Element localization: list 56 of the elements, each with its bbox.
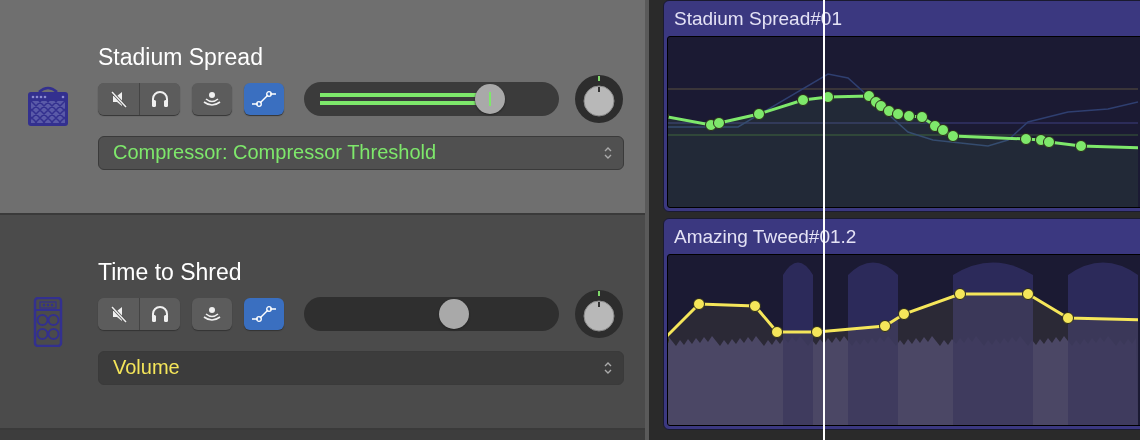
automation-point[interactable] [713, 117, 725, 129]
automation-point[interactable] [892, 108, 904, 120]
speaker-muted-icon [109, 304, 128, 323]
mute-button[interactable] [98, 82, 139, 115]
automation-point[interactable] [883, 105, 895, 117]
automation-point[interactable] [693, 298, 705, 310]
input-monitor-button[interactable] [192, 297, 232, 330]
automation-point[interactable] [811, 326, 823, 338]
headphones-icon [150, 303, 170, 324]
automation-point[interactable] [1020, 133, 1032, 145]
broadcast-icon [203, 90, 221, 107]
automation-curve-icon [251, 89, 277, 108]
automation-point[interactable] [1043, 136, 1055, 148]
up-down-chevron-icon [603, 360, 613, 375]
volume-slider[interactable] [304, 81, 559, 116]
speaker-muted-icon [109, 89, 128, 108]
slider-thumb[interactable] [439, 298, 470, 329]
automation-point[interactable] [749, 300, 761, 312]
track-name: Time to Shred [98, 258, 243, 287]
track-header[interactable]: Stadium Spread Compressor: Compressor Threshold [0, 0, 645, 215]
amplifier-icon [26, 85, 69, 128]
parameter-dropdown[interactable]: Compressor: Compressor Threshold [98, 135, 624, 170]
headphones-button[interactable] [139, 297, 180, 330]
parameter-dropdown[interactable]: Volume [98, 350, 624, 385]
automation-point[interactable] [875, 100, 887, 112]
automation-point[interactable] [771, 326, 783, 338]
automation-point[interactable] [916, 111, 928, 123]
automation-point[interactable] [753, 108, 765, 120]
automation-point[interactable] [1022, 288, 1034, 300]
track-name: Stadium Spread [98, 43, 264, 72]
pan-knob[interactable] [574, 288, 624, 339]
speaker-cabinet-icon [32, 296, 63, 347]
automation-point[interactable] [954, 288, 966, 300]
slider-thumb[interactable] [475, 83, 506, 114]
volume-slider[interactable] [304, 296, 559, 331]
track-header[interactable]: Time to Shred Volume [0, 215, 645, 430]
mute-button[interactable] [98, 297, 139, 330]
automation-point[interactable] [898, 308, 910, 320]
headphones-icon [150, 88, 170, 109]
headphones-button[interactable] [139, 82, 180, 115]
automation-point[interactable] [879, 320, 891, 332]
automation-point[interactable] [822, 91, 834, 103]
automation-button[interactable] [244, 82, 284, 115]
automation-point[interactable] [1075, 140, 1087, 152]
automation-point[interactable] [937, 124, 949, 136]
automation-point[interactable] [863, 90, 875, 102]
pan-knob[interactable] [574, 73, 624, 124]
automation-curve-icon [251, 304, 277, 323]
automation-point[interactable] [947, 130, 959, 142]
automation-point[interactable] [903, 110, 915, 122]
automation-point[interactable] [797, 94, 809, 106]
up-down-chevron-icon [603, 145, 613, 160]
automation-point[interactable] [1062, 312, 1074, 324]
input-monitor-button[interactable] [192, 82, 232, 115]
automation-button[interactable] [244, 297, 284, 330]
broadcast-icon [203, 305, 221, 322]
